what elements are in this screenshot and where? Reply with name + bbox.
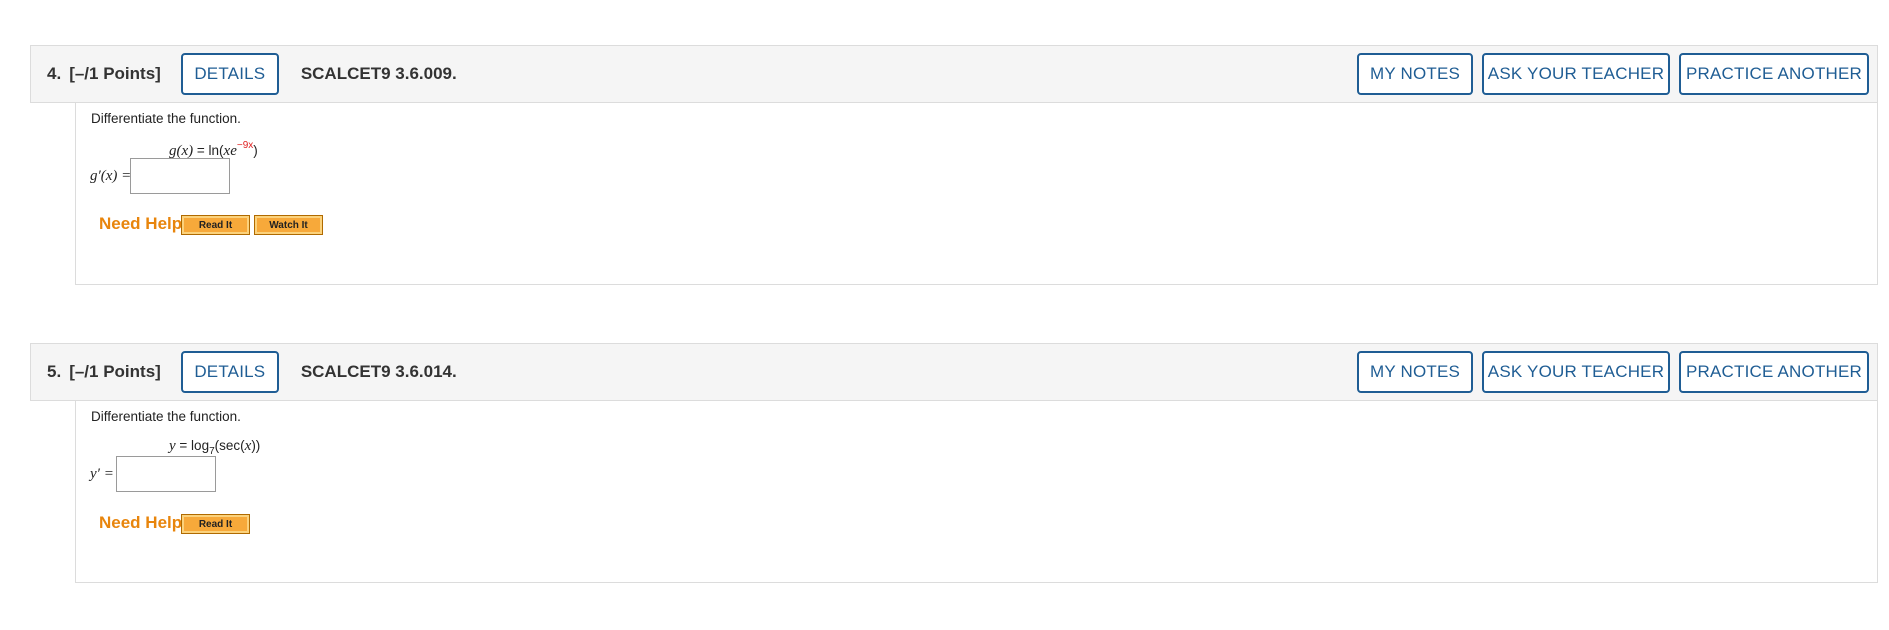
equation-operator: = log	[175, 438, 210, 453]
question-header: 5. [–/1 Points] DETAILS SCALCET9 3.6.014…	[30, 343, 1878, 401]
function-equation: g(x) = ln(xe−9x)	[169, 140, 258, 160]
question-prompt: Differentiate the function.	[91, 409, 241, 424]
equation-operator: = ln(	[193, 143, 224, 158]
details-button[interactable]: DETAILS	[180, 53, 279, 95]
answer-label: g′(x) =	[90, 168, 132, 184]
question-points: [–/1 Points]	[69, 64, 161, 83]
question-points: [–/1 Points]	[69, 362, 161, 381]
equation-close: )	[253, 143, 258, 158]
read-it-button[interactable]: Read It	[181, 215, 250, 235]
question-number: 4.	[47, 64, 62, 83]
watch-it-button[interactable]: Watch It	[254, 215, 323, 235]
my-notes-button[interactable]: MY NOTES	[1357, 351, 1473, 393]
question-4: 4. [–/1 Points] DETAILS SCALCET9 3.6.009…	[30, 45, 1878, 285]
practice-another-button[interactable]: PRACTICE ANOTHER	[1679, 351, 1869, 393]
ask-your-teacher-button[interactable]: ASK YOUR TEACHER	[1482, 53, 1670, 95]
equation-lhs: y	[169, 438, 176, 454]
read-it-button[interactable]: Read It	[181, 514, 250, 534]
question-body: Differentiate the function. g(x) = ln(xe…	[75, 103, 1878, 285]
equation-close: ))	[251, 438, 261, 453]
need-help-label: Need Help?	[99, 214, 193, 233]
question-number: 5.	[47, 362, 62, 381]
equation-rest: (sec(	[214, 438, 245, 453]
question-code: SCALCET9 3.6.009.	[300, 64, 457, 83]
answer-label: y′ =	[90, 466, 114, 482]
question-5: 5. [–/1 Points] DETAILS SCALCET9 3.6.014…	[30, 343, 1878, 583]
my-notes-button[interactable]: MY NOTES	[1357, 53, 1473, 95]
ask-your-teacher-button[interactable]: ASK YOUR TEACHER	[1482, 351, 1670, 393]
question-prompt: Differentiate the function.	[91, 111, 241, 126]
answer-input[interactable]	[130, 158, 230, 194]
practice-another-button[interactable]: PRACTICE ANOTHER	[1679, 53, 1869, 95]
header-actions: MY NOTES ASK YOUR TEACHER PRACTICE ANOTH…	[1357, 351, 1869, 393]
question-body: Differentiate the function. y = log7(sec…	[75, 401, 1878, 583]
equation-exponent: −9x	[236, 140, 254, 151]
equation-lhs: g(x)	[169, 143, 194, 159]
details-button[interactable]: DETAILS	[180, 351, 279, 393]
function-equation: y = log7(sec(x))	[169, 438, 260, 457]
question-header: 4. [–/1 Points] DETAILS SCALCET9 3.6.009…	[30, 45, 1878, 103]
answer-input[interactable]	[116, 456, 216, 492]
need-help-label: Need Help?	[99, 513, 193, 532]
question-code: SCALCET9 3.6.014.	[300, 362, 457, 381]
equation-variable: xe	[223, 143, 237, 159]
header-actions: MY NOTES ASK YOUR TEACHER PRACTICE ANOTH…	[1357, 53, 1869, 95]
